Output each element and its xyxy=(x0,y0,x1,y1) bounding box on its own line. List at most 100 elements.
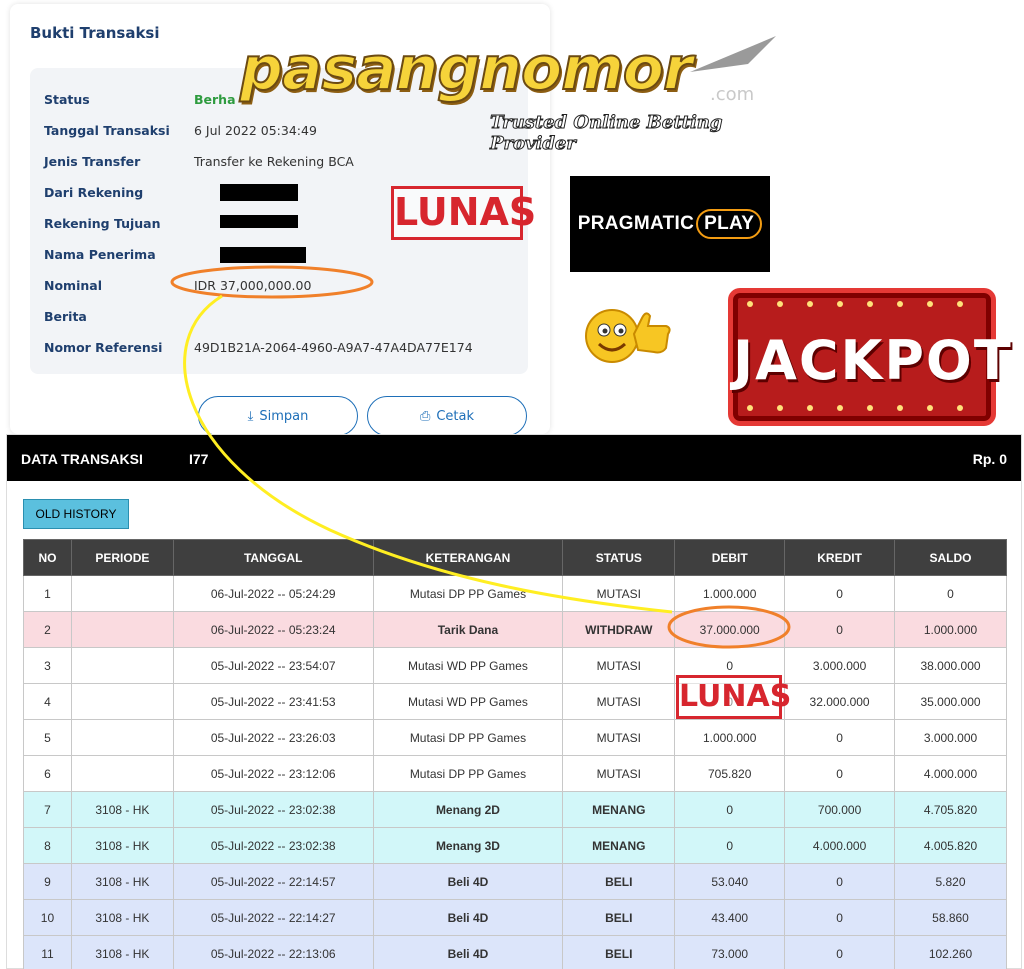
cell-keterangan: Mutasi DP PP Games xyxy=(372,575,564,612)
cell-tanggal: 05-Jul-2022 -- 23:12:06 xyxy=(172,755,374,792)
column-header[interactable]: KETERANGAN xyxy=(372,539,564,576)
logo-wordmark: pasangnomor xyxy=(239,33,694,105)
cell-debit: 73.000 xyxy=(674,935,786,969)
detail-label: Jenis Transfer xyxy=(44,154,141,169)
cell-keterangan: Beli 4D xyxy=(372,935,564,969)
cell-kredit: 0 xyxy=(784,899,896,936)
cell-keterangan: Beli 4D xyxy=(372,899,564,936)
cell-kredit: 700.000 xyxy=(784,791,896,828)
cell-tanggal: 05-Jul-2022 -- 22:14:57 xyxy=(172,863,374,900)
light-bulb xyxy=(957,405,963,411)
column-header[interactable]: NO xyxy=(23,539,72,576)
transaction-title: DATA TRANSAKSI xyxy=(21,451,143,467)
cell-tanggal: 05-Jul-2022 -- 22:14:27 xyxy=(172,899,374,936)
column-header[interactable]: KREDIT xyxy=(784,539,896,576)
cell-saldo: 0 xyxy=(894,575,1007,612)
cell-periode: 3108 - HK xyxy=(70,827,174,864)
table-row: 1 06-Jul-2022 -- 05:24:29 Mutasi DP PP Gam… xyxy=(23,575,1007,612)
detail-row-message: Berita xyxy=(44,309,524,329)
column-header[interactable]: DEBIT xyxy=(674,539,786,576)
cell-keterangan: Mutasi DP PP Games xyxy=(372,719,564,756)
light-bulb xyxy=(807,405,813,411)
light-bulb xyxy=(747,405,753,411)
cell-kredit: 3.000.000 xyxy=(784,647,896,684)
cell-tanggal: 05-Jul-2022 -- 23:02:38 xyxy=(172,827,374,864)
logo-suffix: .com xyxy=(710,84,755,105)
cell-no: 1 xyxy=(23,575,72,612)
table-row: 3 05-Jul-2022 -- 23:54:07 Mutasi WD PP Gam… xyxy=(23,647,1007,684)
paid-stamp: LUNAS xyxy=(391,186,536,240)
print-button[interactable]: ⎙ Cetak xyxy=(367,396,527,436)
cell-no: 11 xyxy=(23,935,72,969)
print-label: Cetak xyxy=(436,408,475,424)
cell-saldo: 5.820 xyxy=(894,863,1007,900)
receipt-title: Bukti Transaksi xyxy=(30,24,160,42)
cell-keterangan: Mutasi WD PP Games xyxy=(372,683,564,720)
cell-tanggal: 05-Jul-2022 -- 23:54:07 xyxy=(172,647,374,684)
logo-swoosh-icon xyxy=(690,36,776,72)
cell-no: 6 xyxy=(23,755,72,792)
cell-debit: 1.000.000 xyxy=(674,575,786,612)
light-bulb xyxy=(897,405,903,411)
cell-kredit: 4.000.000 xyxy=(784,827,896,864)
cell-status: MUTASI xyxy=(562,683,676,720)
transaction-header: DATA TRANSAKSI I77 Rp. 0 xyxy=(7,435,1021,481)
transaction-table: NO PERIODE TANGGAL KETERANGAN STATUS DEB… xyxy=(23,539,1007,969)
cell-kredit: 0 xyxy=(784,863,896,900)
cell-keterangan: Tarik Dana xyxy=(372,611,564,648)
table-header-row: NO PERIODE TANGGAL KETERANGAN STATUS DEB… xyxy=(23,539,1007,576)
table-row: 6 05-Jul-2022 -- 23:12:06 Mutasi DP PP Gam… xyxy=(23,755,1007,792)
cell-debit: 37.000.000 xyxy=(674,611,786,648)
light-bulb xyxy=(747,301,753,307)
provider-play: PLAY xyxy=(696,209,763,239)
brand-logo: pasangnomor .com Trusted Online Betting … xyxy=(239,33,785,155)
column-header[interactable]: PERIODE xyxy=(70,539,174,576)
redacted-block xyxy=(220,247,306,263)
cell-tanggal: 06-Jul-2022 -- 05:23:24 xyxy=(172,611,374,648)
cell-kredit: 0 xyxy=(784,935,896,969)
cell-periode xyxy=(70,755,174,792)
detail-label: Nominal xyxy=(44,278,102,293)
save-button[interactable]: ⤓ Simpan xyxy=(198,396,358,436)
cell-periode xyxy=(70,611,174,648)
cell-tanggal: 06-Jul-2022 -- 05:24:29 xyxy=(172,575,374,612)
old-history-button[interactable]: OLD HISTORY xyxy=(23,499,129,529)
detail-row-transfer-type: Jenis Transfer Transfer ke Rekening BCA xyxy=(44,154,524,174)
light-bulb xyxy=(867,301,873,307)
cell-kredit: 32.000.000 xyxy=(784,683,896,720)
cell-debit: 705.820 xyxy=(674,755,786,792)
table-row: 4 05-Jul-2022 -- 23:41:53 Mutasi WD PP Gam… xyxy=(23,683,1007,720)
cell-debit: 43.400 xyxy=(674,899,786,936)
provider-logo: PRAGMATIC PLAY xyxy=(570,176,770,272)
cell-no: 5 xyxy=(23,719,72,756)
table-row: 5 05-Jul-2022 -- 23:26:03 Mutasi DP PP Gam… xyxy=(23,719,1007,756)
user-id: I77 xyxy=(189,451,209,467)
cell-periode xyxy=(70,719,174,756)
cell-saldo: 1.000.000 xyxy=(894,611,1007,648)
cell-kredit: 0 xyxy=(784,611,896,648)
cell-saldo: 4.005.820 xyxy=(894,827,1007,864)
column-header[interactable]: STATUS xyxy=(562,539,676,576)
light-bulb xyxy=(777,301,783,307)
cell-no: 8 xyxy=(23,827,72,864)
cell-no: 7 xyxy=(23,791,72,828)
cell-keterangan: Menang 3D xyxy=(372,827,564,864)
cell-periode: 3108 - HK xyxy=(70,935,174,969)
cell-keterangan: Mutasi WD PP Games xyxy=(372,647,564,684)
status-value: Berha xyxy=(194,92,236,107)
cell-debit: 1.000.000 xyxy=(674,719,786,756)
cell-status: WITHDRAW xyxy=(562,611,676,648)
detail-row-nominal: Nominal IDR 37,000,000.00 xyxy=(44,278,524,298)
detail-label: Berita xyxy=(44,309,87,324)
detail-label: Nama Penerima xyxy=(44,247,156,262)
light-bulb xyxy=(927,405,933,411)
cell-no: 9 xyxy=(23,863,72,900)
cell-saldo: 102.260 xyxy=(894,935,1007,969)
cell-periode: 3108 - HK xyxy=(70,791,174,828)
printer-icon: ⎙ xyxy=(419,408,431,424)
cell-debit: 53.040 xyxy=(674,863,786,900)
column-header[interactable]: TANGGAL xyxy=(172,539,374,576)
logo-tagline: Trusted Online Betting Provider xyxy=(490,112,723,155)
cell-status: MUTASI xyxy=(562,719,676,756)
column-header[interactable]: SALDO xyxy=(894,539,1007,576)
